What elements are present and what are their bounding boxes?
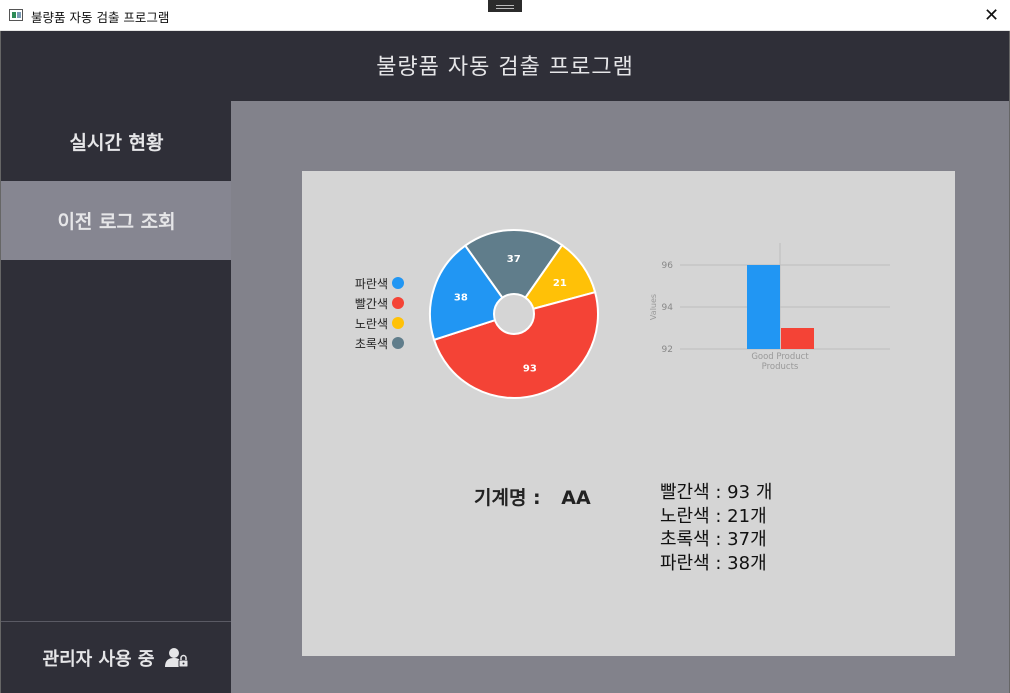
legend-dot-green [392, 337, 404, 349]
app-icon [9, 9, 23, 21]
sidebar-item-previous-log[interactable]: 이전 로그 조회 [1, 181, 232, 260]
sidebar-item-label: 실시간 현황 [69, 132, 164, 154]
pie-slice-label: 93 [523, 364, 537, 375]
bar-y-tick: 94 [662, 303, 674, 313]
legend-label: 파란색 [354, 276, 388, 291]
pie-slice-label: 37 [507, 254, 521, 265]
color-counts: 빨간색 : 93 개 노란색 : 21개 초록색 : 37개 파란색 : 38개 [660, 481, 772, 575]
bar-y-tick: 96 [662, 261, 674, 271]
machine-value: AA [561, 487, 591, 509]
close-button[interactable]: ✕ [970, 0, 1010, 31]
bar-y-axis-label: Values [649, 294, 658, 320]
app-header: 불량품 자동 검출 프로그램 [0, 31, 1010, 101]
log-panel: 파란색 빨간색 노란색 초록색 37 21 93 38 Values 92 94 96 Goo… [302, 171, 955, 656]
admin-label: 관리자 사용 중 [42, 648, 155, 670]
close-icon: ✕ [984, 5, 1000, 26]
legend-item: 노란색 [350, 313, 404, 333]
pie-slice-label: 38 [454, 292, 468, 303]
count-red: 빨간색 : 93 개 [660, 482, 773, 503]
count-blue: 파란색 : 38개 [660, 552, 767, 574]
legend-item: 빨간색 [350, 293, 404, 313]
pie-chart: 37 21 93 38 [429, 229, 599, 399]
legend-label: 빨간색 [354, 296, 388, 311]
window-titlebar: 불량품 자동 검출 프로그램 ✕ [0, 0, 1010, 31]
legend-dot-blue [392, 277, 404, 289]
pie-legend: 파란색 빨간색 노란색 초록색 [350, 273, 404, 353]
sidebar-item-realtime-status[interactable]: 실시간 현황 [1, 102, 232, 181]
legend-item: 초록색 [350, 333, 404, 353]
count-yellow: 노란색 : 21개 [660, 505, 767, 527]
main-content: 파란색 빨간색 노란색 초록색 37 21 93 38 Values 92 94 96 Goo… [231, 101, 1010, 693]
admin-status[interactable]: 관리자 사용 중 [1, 621, 232, 693]
machine-info: 기계명 : AA [474, 483, 605, 510]
admin-user-lock-icon [164, 646, 190, 670]
page-title: 불량품 자동 검출 프로그램 [376, 55, 634, 80]
legend-item: 파란색 [350, 273, 404, 293]
machine-label: 기계명 : [474, 487, 541, 509]
bar-mark-1 [781, 328, 814, 349]
pie-hole [493, 293, 535, 335]
count-green: 초록색 : 37개 [660, 529, 767, 550]
legend-label: 초록색 [354, 336, 388, 351]
window-title: 불량품 자동 검출 프로그램 [31, 10, 170, 25]
bar-x-tick: Good Product [751, 352, 809, 362]
drag-handle[interactable] [488, 0, 522, 12]
bar-mark-0 [747, 265, 780, 349]
legend-dot-red [392, 297, 404, 309]
bar-y-tick: 92 [662, 345, 673, 355]
legend-label: 노란색 [354, 316, 388, 331]
sidebar: 실시간 현황 이전 로그 조회 관리자 사용 중 [0, 101, 232, 693]
sidebar-item-label: 이전 로그 조회 [57, 211, 176, 233]
pie-slice-label: 21 [553, 278, 567, 289]
legend-dot-yellow [392, 317, 404, 329]
bar-x-axis-label: Products [762, 362, 799, 372]
bar-chart: Values 92 94 96 Good ProductProducts [649, 243, 890, 372]
